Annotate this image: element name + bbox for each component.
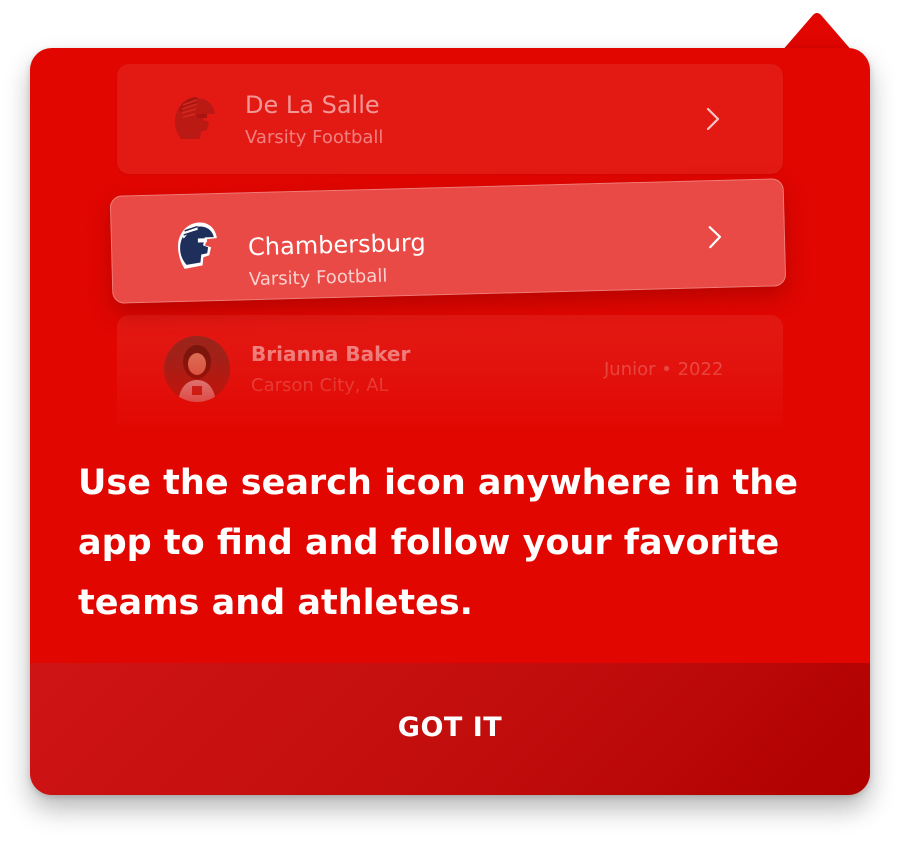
trojan-helmet-logo-icon [175, 97, 215, 139]
search-tip-popover: De La Salle Varsity Football Brianna Bak… [30, 48, 870, 795]
athlete-result-card: Brianna Baker Carson City, AL Junior • 2… [117, 315, 783, 428]
team-level: Varsity Football [245, 127, 384, 148]
team-name: Chambersburg [247, 228, 426, 262]
team-result-card-chambersburg: Chambersburg Varsity Football [109, 178, 787, 304]
athlete-name: Brianna Baker [251, 342, 411, 366]
got-it-button[interactable]: GOT IT [30, 663, 870, 795]
team-result-card-de-la-salle: De La Salle Varsity Football [117, 64, 783, 174]
got-it-label: GOT IT [397, 712, 503, 743]
athlete-class-year: Junior • 2022 [604, 359, 724, 380]
spartan-helmet-logo-icon [178, 222, 217, 269]
search-results-preview: De La Salle Varsity Football Brianna Bak… [30, 48, 870, 428]
popover-caret [781, 13, 853, 52]
search-tip-overlay: De La Salle Varsity Football Brianna Bak… [0, 0, 900, 843]
team-name: De La Salle [245, 91, 380, 119]
team-level: Varsity Football [248, 265, 388, 291]
tip-message: Use the search icon anywhere in the app … [78, 463, 798, 623]
chevron-right-icon [706, 107, 720, 131]
athlete-avatar [164, 336, 230, 402]
chevron-right-icon [708, 226, 722, 249]
athlete-location: Carson City, AL [251, 375, 389, 396]
